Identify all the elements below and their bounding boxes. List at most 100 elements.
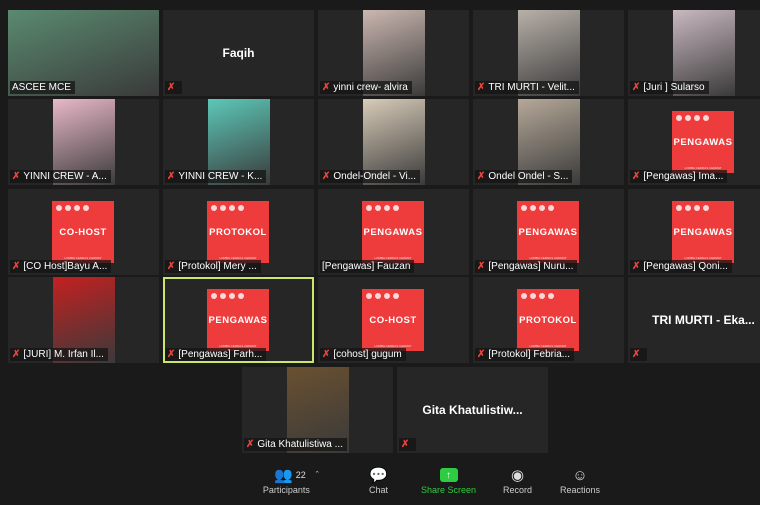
- participant-name: [Pengawas] Ima...: [643, 171, 724, 182]
- chat-label: Chat: [369, 485, 389, 495]
- participant-name-label: ✗ YINNI CREW - K...: [165, 170, 267, 183]
- muted-mic-icon: ✗: [632, 261, 641, 272]
- participant-name: [Protokol] Febria...: [488, 349, 571, 360]
- participant-tile[interactable]: ✗ Ondel Ondel - S...: [473, 99, 624, 185]
- participant-name-label: ✗ [Pengawas] Qoni...: [630, 260, 732, 273]
- participant-name-label: ✗ [JURI] M. Irfan Il...: [10, 348, 108, 361]
- muted-mic-icon: ✗: [477, 261, 486, 272]
- role-badge-image: PROTOKOL LOMBA CERDAS CERMAT: [517, 289, 579, 351]
- participant-name: [CO Host]Bayu A...: [23, 261, 108, 272]
- participant-name: [JURI] M. Irfan Il...: [23, 349, 104, 360]
- participant-name: [Pengawas] Farh...: [178, 349, 263, 360]
- muted-mic-icon: ✗: [401, 439, 410, 450]
- participant-tile[interactable]: ✗ YINNI CREW - K...: [163, 99, 314, 185]
- participant-display-name: TRI MURTI - Eka...: [652, 313, 755, 327]
- role-badge-image: PENGAWAS LOMBA CERDAS CERMAT: [672, 201, 734, 263]
- record-button[interactable]: ◉ Record: [503, 465, 532, 495]
- participant-name-label: ✗ [Protokol] Mery ...: [165, 260, 261, 273]
- meeting-toolbar: 👥 22 ˆ Participants 💬 Chat ↑ Share Screen …: [0, 461, 760, 505]
- role-badge-image: PENGAWAS LOMBA CERDAS CERMAT: [517, 201, 579, 263]
- participant-name-label: ✗ [Pengawas] Farh...: [165, 348, 267, 361]
- muted-mic-icon: ✗: [12, 171, 21, 182]
- participant-name-label: ✗: [165, 81, 183, 94]
- record-label: Record: [503, 485, 533, 495]
- record-icon: ◉: [510, 467, 525, 484]
- role-badge-image: PROTOKOL LOMBA CERDAS CERMAT: [207, 201, 269, 263]
- participant-tile[interactable]: Gita Khatulistiw... ✗: [397, 367, 548, 453]
- participant-tile[interactable]: PENGAWAS LOMBA CERDAS CERMAT ✗ [Pengawas] I…: [628, 99, 760, 185]
- participant-name-label: ✗: [399, 438, 417, 451]
- participant-name: [Pengawas] Nuru...: [488, 261, 574, 272]
- role-badge-image: PENGAWAS LOMBA CERDAS CERMAT: [672, 111, 734, 173]
- share-screen-label: Share Screen: [421, 485, 477, 495]
- participant-name: yinni crew- alvira: [333, 82, 408, 93]
- muted-mic-icon: ✗: [246, 439, 255, 450]
- participant-name-label: ✗ Ondel-Ondel - Vi...: [320, 170, 421, 183]
- participants-count: 22: [295, 470, 306, 480]
- participant-name-label: ✗ [Juri ] Sularso: [630, 81, 709, 94]
- participant-name-label: ✗ TRI MURTI - Velit...: [475, 81, 579, 94]
- role-badge-image: PENGAWAS LOMBA CERDAS CERMAT: [207, 289, 269, 351]
- participant-tile[interactable]: CO-HOST LOMBA CERDAS CERMAT ✗ [cohost] gugu…: [318, 277, 469, 363]
- participant-tile[interactable]: ✗ YINNI CREW - A...: [8, 99, 159, 185]
- participant-tile[interactable]: ✗ [Juri ] Sularso: [628, 10, 760, 96]
- participant-name: [cohost] gugum: [333, 349, 402, 360]
- muted-mic-icon: ✗: [477, 82, 486, 93]
- participant-name-label: ✗ [Pengawas] Nuru...: [475, 260, 578, 273]
- participant-name-label: ✗ Ondel Ondel - S...: [475, 170, 573, 183]
- chat-icon: 💬: [369, 467, 388, 484]
- participant-name: YINNI CREW - A...: [23, 171, 107, 182]
- participant-tile[interactable]: PROTOKOL LOMBA CERDAS CERMAT ✗ [Protokol] M…: [163, 189, 314, 275]
- participant-tile[interactable]: TRI MURTI - Eka... ✗: [628, 277, 760, 363]
- participant-tile[interactable]: PENGAWAS LOMBA CERDAS CERMAT [Pengawas] Fa…: [318, 189, 469, 275]
- participant-tile[interactable]: PROTOKOL LOMBA CERDAS CERMAT ✗ [Protokol] F…: [473, 277, 624, 363]
- participants-label: Participants: [262, 485, 310, 495]
- participant-name-label: ✗ Gita Khatulistiwa ...: [244, 438, 347, 451]
- participant-name: ASCEE MCE: [12, 82, 71, 93]
- muted-mic-icon: ✗: [632, 171, 641, 182]
- participant-tile[interactable]: PENGAWAS LOMBA CERDAS CERMAT ✗ [Pengawas] Q…: [628, 189, 760, 275]
- share-screen-button[interactable]: ↑ Share Screen: [421, 465, 476, 495]
- muted-mic-icon: ✗: [322, 171, 331, 182]
- participant-name-label: ✗ [Protokol] Febria...: [475, 348, 575, 361]
- muted-mic-icon: ✗: [322, 349, 331, 360]
- participant-name-label: [Pengawas] Fauzan: [320, 260, 415, 273]
- chat-button[interactable]: 💬 Chat: [369, 465, 388, 495]
- participant-name-label: ✗ [Pengawas] Ima...: [630, 170, 728, 183]
- chevron-up-icon[interactable]: ˆ: [316, 470, 319, 480]
- muted-mic-icon: ✗: [12, 349, 21, 360]
- muted-mic-icon: ✗: [632, 82, 641, 93]
- muted-mic-icon: ✗: [167, 261, 176, 272]
- participant-name: Gita Khatulistiwa ...: [257, 439, 343, 450]
- participant-name-label: ✗ yinni crew- alvira: [320, 81, 412, 94]
- participant-tile[interactable]: PENGAWAS LOMBA CERDAS CERMAT ✗ [Pengawas] N…: [473, 189, 624, 275]
- participant-name-label: ✗ [cohost] gugum: [320, 348, 406, 361]
- participant-name-label: ✗: [630, 348, 648, 361]
- participant-name: TRI MURTI - Velit...: [488, 82, 575, 93]
- role-badge-image: CO-HOST LOMBA CERDAS CERMAT: [362, 289, 424, 351]
- muted-mic-icon: ✗: [167, 349, 176, 360]
- participant-tile[interactable]: ✗ Gita Khatulistiwa ...: [242, 367, 393, 453]
- participants-icon: 👥: [274, 467, 293, 484]
- participant-tile[interactable]: PENGAWAS LOMBA CERDAS CERMAT ✗ [Pengawas] F…: [163, 277, 314, 363]
- muted-mic-icon: ✗: [477, 171, 486, 182]
- role-badge-image: CO-HOST LOMBA CERDAS CERMAT: [52, 201, 114, 263]
- reactions-label: Reactions: [560, 485, 601, 495]
- muted-mic-icon: ✗: [12, 261, 21, 272]
- share-screen-icon: ↑: [439, 468, 458, 482]
- muted-mic-icon: ✗: [167, 171, 176, 182]
- muted-mic-icon: ✗: [167, 82, 176, 93]
- participant-tile[interactable]: ✗ yinni crew- alvira: [318, 10, 469, 96]
- participant-tile[interactable]: ✗ Ondel-Ondel - Vi...: [318, 99, 469, 185]
- participant-tile[interactable]: Faqih ✗: [163, 10, 314, 96]
- participant-tile[interactable]: CO-HOST LOMBA CERDAS CERMAT ✗ [CO Host]Bayu…: [8, 189, 159, 275]
- participant-name: [Pengawas] Fauzan: [322, 261, 411, 272]
- participant-name: Ondel Ondel - S...: [488, 171, 569, 182]
- participant-tile[interactable]: ✗ TRI MURTI - Velit...: [473, 10, 624, 96]
- participant-name: [Pengawas] Qoni...: [643, 261, 728, 272]
- participant-tile[interactable]: ASCEE MCE: [8, 10, 159, 96]
- participant-name: Ondel-Ondel - Vi...: [333, 171, 417, 182]
- participants-button[interactable]: 👥 22 ˆ Participants: [263, 465, 319, 495]
- reactions-button[interactable]: ☺ Reactions: [560, 465, 601, 496]
- participant-tile[interactable]: ✗ [JURI] M. Irfan Il...: [8, 277, 159, 363]
